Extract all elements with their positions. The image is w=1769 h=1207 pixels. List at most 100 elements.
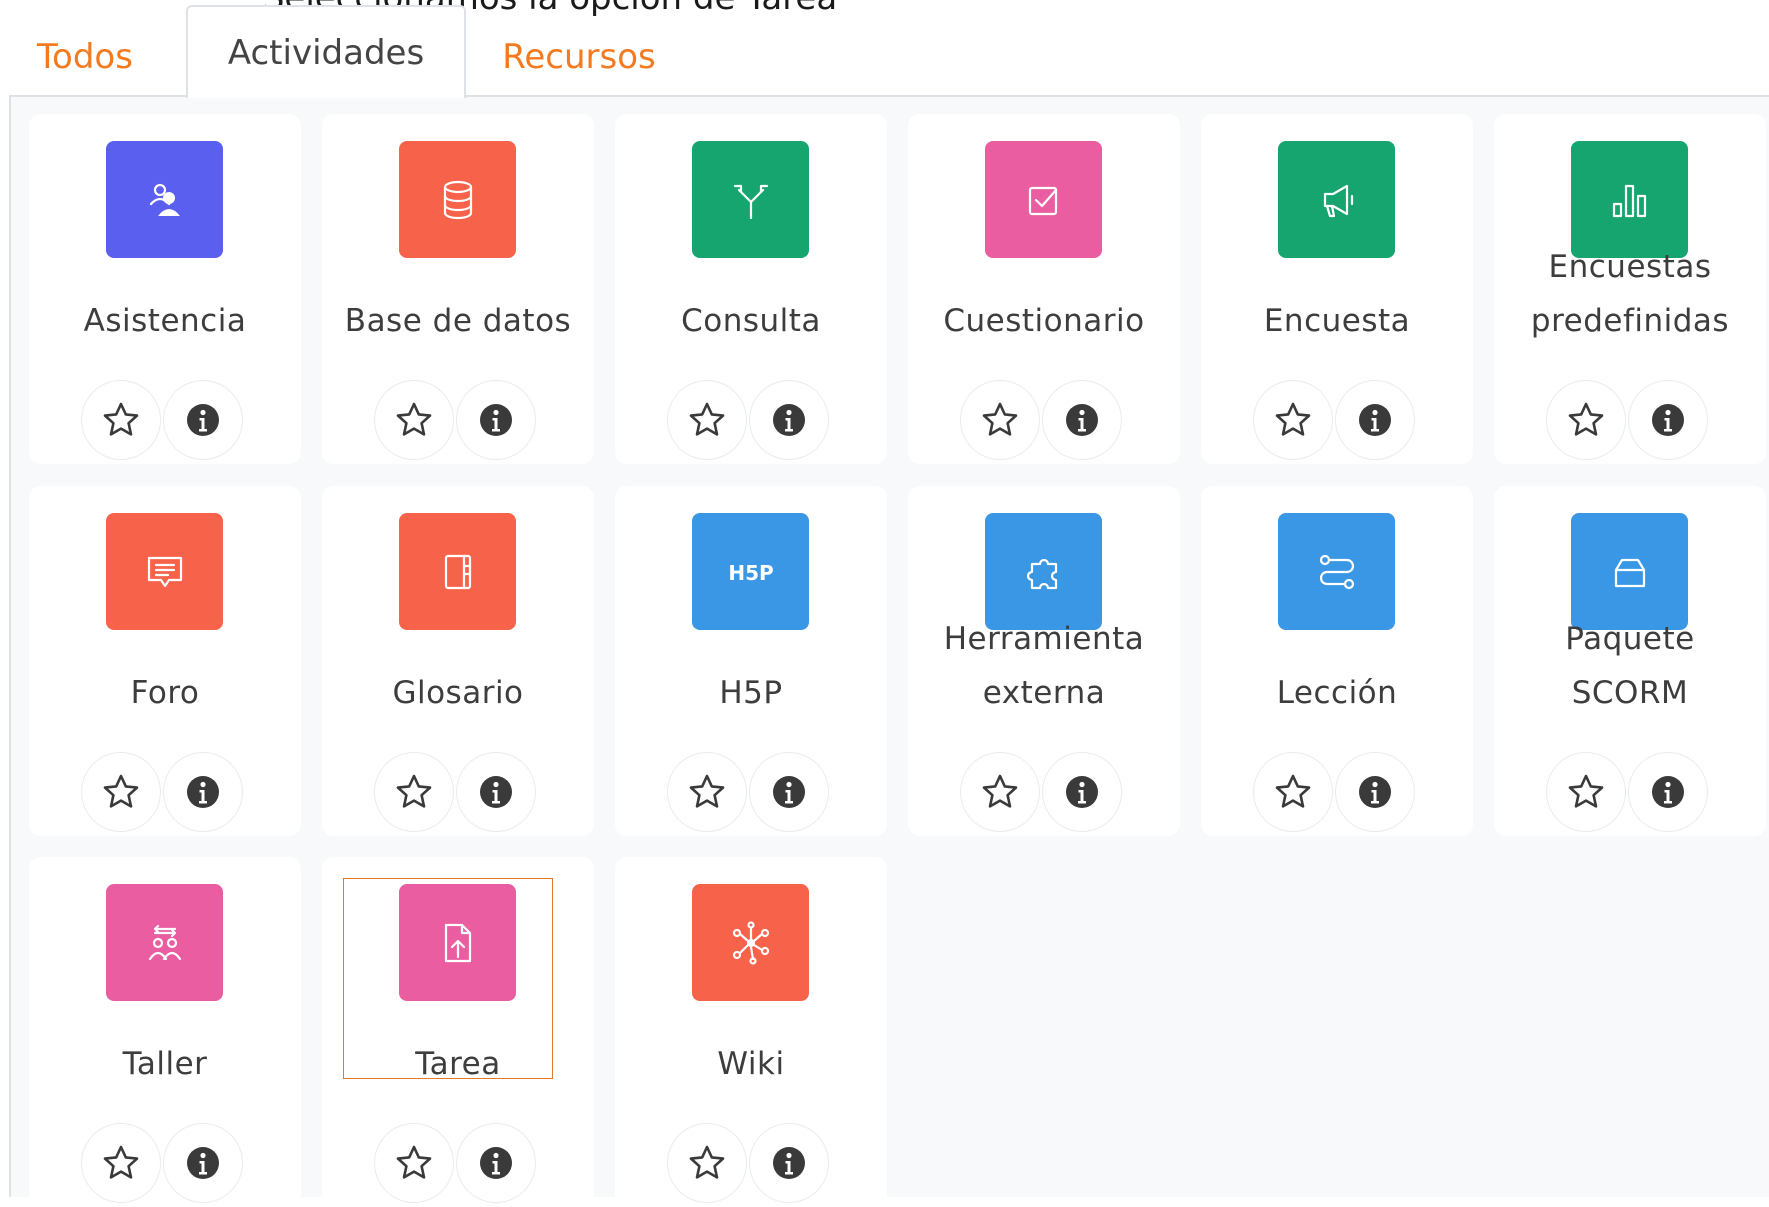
info-button[interactable]: [749, 752, 829, 832]
info-button[interactable]: [456, 380, 536, 460]
star-favourite-button[interactable]: [81, 1123, 161, 1203]
activity-label[interactable]: Wiki: [615, 1037, 887, 1091]
star-favourite-button[interactable]: [960, 752, 1040, 832]
tab-actividades[interactable]: Actividades: [186, 5, 466, 98]
activity-label[interactable]: Lección: [1201, 666, 1473, 720]
info-button[interactable]: [163, 380, 243, 460]
info-button[interactable]: [749, 380, 829, 460]
h5p-icon[interactable]: H5P: [692, 513, 809, 630]
activity-card-tarea[interactable]: Tarea: [322, 857, 594, 1207]
star-favourite-button[interactable]: [81, 752, 161, 832]
activity-card-paquete-scorm[interactable]: Paquete SCORM: [1494, 486, 1766, 836]
info-icon: [476, 1143, 516, 1183]
star-icon: [1566, 772, 1606, 812]
workshop-icon[interactable]: [106, 884, 223, 1001]
info-icon: [1648, 772, 1688, 812]
info-button[interactable]: [1628, 380, 1708, 460]
activity-label[interactable]: Tarea: [322, 1037, 594, 1091]
activity-label[interactable]: Encuesta: [1201, 294, 1473, 348]
info-icon: [1062, 772, 1102, 812]
info-button[interactable]: [456, 752, 536, 832]
activity-label[interactable]: Base de datos: [322, 294, 594, 348]
lesson-icon[interactable]: [1278, 513, 1395, 630]
activity-card-foro[interactable]: Foro: [29, 486, 301, 836]
star-icon: [101, 400, 141, 440]
activity-label[interactable]: Taller: [29, 1037, 301, 1091]
activity-label[interactable]: Cuestionario: [908, 294, 1180, 348]
activity-label[interactable]: Glosario: [322, 666, 594, 720]
tab-todos[interactable]: Todos: [35, 22, 135, 92]
info-button[interactable]: [1042, 380, 1122, 460]
activity-card-base-de-datos[interactable]: Base de datos: [322, 114, 594, 464]
star-favourite-button[interactable]: [1546, 752, 1626, 832]
tab-recursos[interactable]: Recursos: [495, 22, 663, 92]
chooser-tabs: Todos Actividades Recursos: [0, 0, 1769, 98]
star-favourite-button[interactable]: [374, 752, 454, 832]
quiz-icon[interactable]: [985, 141, 1102, 258]
megaphone-icon[interactable]: [1278, 141, 1395, 258]
info-button[interactable]: [1042, 752, 1122, 832]
star-icon: [101, 772, 141, 812]
star-favourite-button[interactable]: [1546, 380, 1626, 460]
star-icon: [1273, 772, 1313, 812]
star-favourite-button[interactable]: [667, 1123, 747, 1203]
star-icon: [1566, 400, 1606, 440]
activity-label[interactable]: Paquete SCORM: [1494, 612, 1766, 720]
star-icon: [980, 400, 1020, 440]
choice-icon[interactable]: [692, 141, 809, 258]
info-icon: [476, 400, 516, 440]
activity-label[interactable]: H5P: [615, 666, 887, 720]
info-icon: [183, 400, 223, 440]
activity-label[interactable]: Asistencia: [29, 294, 301, 348]
info-icon: [1648, 400, 1688, 440]
activity-label[interactable]: Consulta: [615, 294, 887, 348]
info-button[interactable]: [163, 1123, 243, 1203]
info-icon: [183, 772, 223, 812]
activity-card-wiki[interactable]: Wiki: [615, 857, 887, 1207]
star-favourite-button[interactable]: [81, 380, 161, 460]
info-icon: [183, 1143, 223, 1183]
info-icon: [1062, 400, 1102, 440]
star-favourite-button[interactable]: [374, 1123, 454, 1203]
assignment-icon[interactable]: [399, 884, 516, 1001]
forum-icon[interactable]: [106, 513, 223, 630]
info-icon: [769, 772, 809, 812]
activity-card-consulta[interactable]: Consulta: [615, 114, 887, 464]
star-favourite-button[interactable]: [1253, 380, 1333, 460]
star-icon: [394, 1143, 434, 1183]
info-button[interactable]: [1335, 752, 1415, 832]
star-icon: [1273, 400, 1313, 440]
activity-card-encuestas-predefinidas[interactable]: Encuestas predefinidas: [1494, 114, 1766, 464]
activity-card-glosario[interactable]: Glosario: [322, 486, 594, 836]
activity-label[interactable]: Foro: [29, 666, 301, 720]
info-button[interactable]: [1628, 752, 1708, 832]
star-icon: [394, 772, 434, 812]
wiki-icon[interactable]: [692, 884, 809, 1001]
star-icon: [687, 1143, 727, 1183]
activity-label[interactable]: Herramienta externa: [908, 612, 1180, 720]
info-icon: [769, 400, 809, 440]
activity-card-h5p[interactable]: H5P H5P: [615, 486, 887, 836]
info-button[interactable]: [1335, 380, 1415, 460]
star-favourite-button[interactable]: [667, 380, 747, 460]
info-button[interactable]: [456, 1123, 536, 1203]
activity-card-cuestionario[interactable]: Cuestionario: [908, 114, 1180, 464]
activity-label[interactable]: Encuestas predefinidas: [1494, 240, 1766, 348]
svg-text:H5P: H5P: [728, 561, 773, 585]
activity-card-leccion[interactable]: Lección: [1201, 486, 1473, 836]
activity-card-taller[interactable]: Taller: [29, 857, 301, 1207]
activity-card-encuesta[interactable]: Encuesta: [1201, 114, 1473, 464]
activity-card-asistencia[interactable]: Asistencia: [29, 114, 301, 464]
star-favourite-button[interactable]: [1253, 752, 1333, 832]
star-icon: [980, 772, 1020, 812]
attendance-icon[interactable]: [106, 141, 223, 258]
activity-card-herramienta-externa[interactable]: Herramienta externa: [908, 486, 1180, 836]
star-favourite-button[interactable]: [667, 752, 747, 832]
star-favourite-button[interactable]: [960, 380, 1040, 460]
star-favourite-button[interactable]: [374, 380, 454, 460]
database-icon[interactable]: [399, 141, 516, 258]
glossary-icon[interactable]: [399, 513, 516, 630]
info-button[interactable]: [163, 752, 243, 832]
info-button[interactable]: [749, 1123, 829, 1203]
info-icon: [1355, 772, 1395, 812]
